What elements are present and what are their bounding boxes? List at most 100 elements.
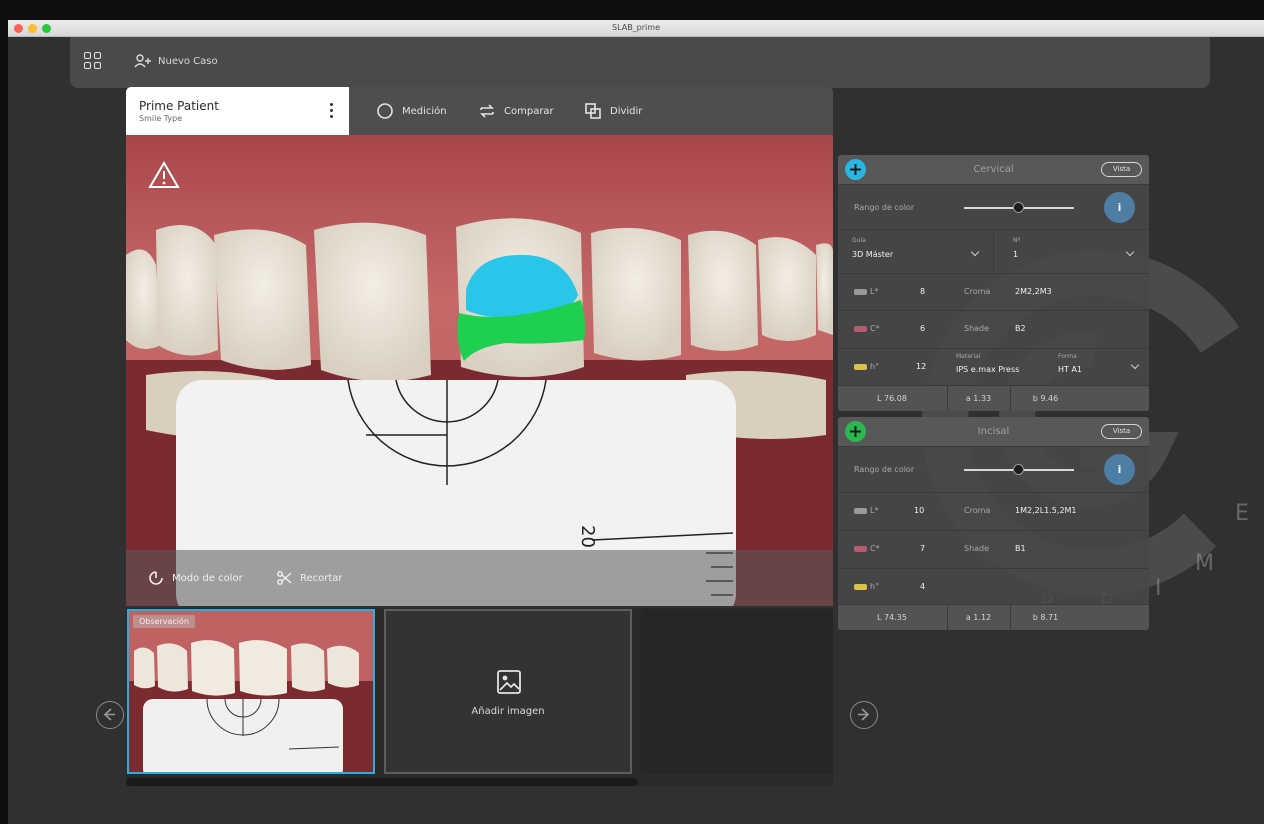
measure-label: Medición — [402, 105, 447, 117]
c-key: C* — [870, 544, 880, 553]
split-label: Dividir — [610, 105, 643, 117]
image-panel: Prime Patient Smile Type Medición Compar… — [126, 87, 833, 606]
ring-icon — [377, 103, 393, 119]
material-label: Material — [956, 353, 981, 360]
thumbnail-empty-slot — [641, 609, 833, 774]
cervical-shade-panel: Cervical Vista Rango de color i Guía 3D … — [838, 155, 1149, 411]
view-toggle-button[interactable]: Vista — [1101, 162, 1142, 177]
chevron-down-icon[interactable] — [1125, 247, 1135, 257]
compare-button[interactable]: Comparar — [478, 101, 554, 121]
h-value: 12 — [916, 362, 927, 371]
observation-badge: Observación — [133, 615, 195, 628]
warning-icon[interactable] — [148, 161, 180, 193]
image-icon — [497, 670, 521, 694]
window-title: SLAB_prime — [612, 23, 660, 32]
lab-h-row: h° 4 — [838, 568, 1149, 604]
color-range-row: Rango de color i — [838, 184, 1149, 229]
thumbnail-strip: Observación Añadir imagen — [126, 608, 833, 786]
color-mode-label: Modo de color — [172, 572, 243, 584]
cervical-panel-header: Cervical Vista — [838, 155, 1149, 184]
screen: SLAB_prime Nuevo Caso Prime Patient Smil… — [0, 0, 1264, 824]
color-range-row: Rango de color i — [838, 446, 1149, 492]
crop-button[interactable]: Recortar — [276, 570, 343, 586]
chroma-value: 1M2,2L1.5,2M1 — [1015, 506, 1077, 515]
lab-footer: L 74.35 a 1.12 b 8.71 — [838, 604, 1149, 630]
svg-text:20: 20 — [577, 525, 598, 548]
patient-card[interactable]: Prime Patient Smile Type — [126, 87, 349, 135]
previous-arrow-icon[interactable] — [96, 701, 124, 729]
add-image-label: Añadir imagen — [471, 706, 545, 717]
patient-name: Prime Patient — [139, 99, 219, 113]
title-bar: SLAB_prime — [8, 20, 1264, 37]
lab-c-row: C* 6 Shade B2 — [838, 310, 1149, 348]
footer-a: a 1.33 — [947, 386, 1009, 411]
footer-a: a 1.12 — [947, 605, 1009, 630]
lab-l-row: L* 10 Croma 1M2,2L1.5,2M1 — [838, 492, 1149, 530]
h-swatch — [854, 584, 867, 590]
more-options-icon[interactable] — [325, 100, 337, 122]
color-mode-button[interactable]: Modo de color — [148, 570, 243, 586]
chroma-value: 2M2,2M3 — [1015, 287, 1052, 296]
next-arrow-icon[interactable] — [850, 701, 878, 729]
h-key: h° — [870, 582, 880, 591]
l-swatch — [854, 508, 867, 514]
measure-button[interactable]: Medición — [376, 101, 447, 121]
color-range-slider-knob[interactable] — [1013, 464, 1024, 475]
split-icon — [585, 103, 601, 119]
l-key: L* — [870, 287, 879, 296]
teeth-image: 20 — [126, 135, 833, 606]
footer-l: L 76.08 — [877, 394, 907, 403]
incisal-shade-panel: Incisal Vista Rango de color i L* 10 Cro… — [838, 417, 1149, 630]
shade-label: Shade — [964, 544, 990, 553]
swap-icon — [480, 104, 494, 118]
compare-label: Comparar — [504, 105, 554, 117]
l-key: L* — [870, 506, 879, 515]
c-swatch — [854, 546, 867, 552]
guide-select-label: Guía — [852, 237, 866, 244]
grid-menu-icon[interactable] — [84, 52, 103, 71]
top-toolbar: Nuevo Caso — [70, 37, 1210, 88]
patient-subtitle: Smile Type — [139, 114, 183, 123]
thumbnail-scrollbar[interactable] — [126, 778, 638, 786]
chevron-down-icon[interactable] — [1130, 360, 1140, 370]
l-value: 10 — [914, 506, 925, 515]
lab-l-row: L* 8 Croma 2M2,2M3 — [838, 273, 1149, 310]
lab-footer: L 76.08 a 1.33 b 9.46 — [838, 385, 1149, 411]
dental-photo[interactable]: 20 Modo de color Recortar — [126, 135, 833, 606]
guide-select-value[interactable]: 3D Máster — [852, 250, 893, 259]
shade-value: B2 — [1015, 324, 1026, 333]
c-value: 7 — [920, 544, 926, 553]
color-range-label: Rango de color — [854, 203, 915, 212]
thumbnail-selected[interactable]: Observación — [127, 609, 375, 774]
c-value: 6 — [920, 324, 926, 333]
add-user-icon — [134, 54, 151, 68]
view-toggle-button[interactable]: Vista — [1101, 424, 1142, 439]
footer-b: b 8.71 — [1010, 605, 1080, 630]
new-case-label: Nuevo Caso — [158, 55, 218, 67]
info-button[interactable]: i — [1104, 454, 1135, 485]
number-select-label: Nº — [1013, 237, 1021, 244]
l-value: 8 — [920, 287, 926, 296]
color-range-label: Rango de color — [854, 465, 915, 474]
add-image-button[interactable]: Añadir imagen — [384, 609, 632, 774]
thumbnail-image — [129, 611, 373, 772]
crop-label: Recortar — [300, 572, 343, 584]
shade-value: B1 — [1015, 544, 1026, 553]
contrast-icon — [149, 571, 163, 585]
incisal-panel-header: Incisal Vista — [838, 417, 1149, 446]
chroma-label: Croma — [964, 287, 991, 296]
new-case-button[interactable]: Nuevo Caso — [134, 54, 218, 68]
h-swatch — [854, 364, 867, 370]
c-swatch — [854, 326, 867, 332]
color-range-slider-knob[interactable] — [1013, 202, 1024, 213]
chevron-down-icon[interactable] — [970, 247, 980, 257]
info-button[interactable]: i — [1104, 192, 1135, 223]
material-value[interactable]: IPS e.max Press — [956, 365, 1019, 374]
split-button[interactable]: Dividir — [584, 101, 642, 121]
number-select-value[interactable]: 1 — [1013, 250, 1018, 259]
l-swatch — [854, 289, 867, 295]
footer-b: b 9.46 — [1010, 386, 1080, 411]
h-value: 4 — [920, 582, 926, 591]
form-value[interactable]: HT A1 — [1058, 365, 1082, 374]
photo-toolbar: Modo de color Recortar — [126, 550, 833, 606]
